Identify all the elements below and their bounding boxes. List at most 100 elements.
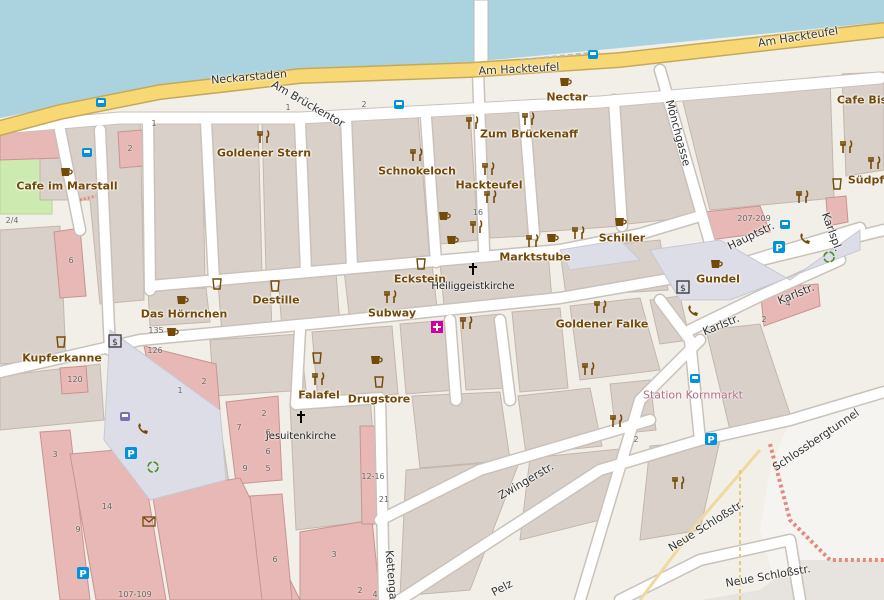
poi-destille[interactable]: Destille: [252, 295, 299, 306]
station-kornmarkt[interactable]: Station Kornmarkt: [643, 390, 743, 401]
cafe-icon[interactable]: [614, 214, 628, 228]
housenumber: 21: [378, 495, 390, 504]
restaurant-icon[interactable]: [484, 190, 498, 204]
cafe-icon[interactable]: [60, 164, 74, 178]
svg-text:$: $: [112, 338, 118, 348]
housenumber: 9: [75, 525, 81, 534]
cafe-icon[interactable]: [446, 232, 460, 246]
poi-hackteufel[interactable]: Hackteufel: [455, 180, 522, 191]
fastfood-icon[interactable]: [54, 334, 68, 348]
restaurant-icon[interactable]: [796, 190, 810, 204]
phone-icon[interactable]: [798, 232, 812, 246]
poi-kupferkanne[interactable]: Kupferkanne: [22, 353, 102, 364]
bus-stop-icon[interactable]: [94, 96, 108, 110]
fastfood-icon[interactable]: [372, 374, 386, 388]
cafe-icon[interactable]: [176, 292, 190, 306]
cafe-icon[interactable]: [710, 256, 724, 270]
cafe-icon[interactable]: [546, 230, 560, 244]
cafe-icon[interactable]: [559, 74, 573, 88]
poi-zum-brueckenaff[interactable]: Zum Brückenaff: [480, 129, 578, 140]
bus-stop-icon[interactable]: [118, 410, 132, 424]
poi-falafel[interactable]: Falafel: [298, 390, 340, 401]
housenumber: 2: [201, 377, 207, 386]
housenumber: 1: [177, 386, 183, 395]
restaurant-icon[interactable]: [672, 476, 686, 490]
svg-text:P: P: [127, 449, 134, 460]
bus-stop-icon[interactable]: [688, 372, 702, 386]
poi-cafe-im-marstall[interactable]: Cafe im Marstall: [16, 181, 117, 192]
restaurant-icon[interactable]: [610, 414, 624, 428]
pharmacy-icon[interactable]: [430, 320, 444, 334]
svg-text:P: P: [79, 569, 86, 580]
bridge: [473, 0, 489, 71]
housenumber: 6: [265, 428, 271, 437]
fastfood-icon[interactable]: [210, 276, 224, 290]
parking-icon[interactable]: P: [76, 566, 90, 580]
poi-goldener-falke[interactable]: Goldener Falke: [556, 319, 649, 330]
parking-icon[interactable]: P: [124, 446, 138, 460]
restaurant-icon[interactable]: [594, 300, 608, 314]
phone-icon[interactable]: [686, 304, 700, 318]
restaurant-icon[interactable]: [522, 112, 536, 126]
bus-stop-icon[interactable]: [392, 98, 406, 112]
place-jesuitenkirche[interactable]: Jesuitenkirche: [266, 432, 336, 442]
cafe-icon[interactable]: [166, 324, 180, 338]
parking-icon[interactable]: P: [772, 240, 786, 254]
housenumber: 135: [148, 326, 164, 335]
poi-subway[interactable]: Subway: [368, 308, 416, 319]
restaurant-icon[interactable]: [257, 130, 271, 144]
poi-goldener-stern[interactable]: Goldener Stern: [217, 148, 311, 159]
restaurant-icon[interactable]: [572, 226, 586, 240]
poi-suedpf[interactable]: Südpf: [848, 175, 884, 186]
poi-schnokeloch[interactable]: Schnokeloch: [378, 166, 456, 177]
restaurant-icon[interactable]: [384, 290, 398, 304]
restaurant-icon[interactable]: [868, 156, 882, 170]
cafe-icon[interactable]: [438, 208, 452, 222]
bus-stop-icon[interactable]: [80, 146, 94, 160]
housenumber: 4: [785, 299, 791, 308]
place-heiliggeistkirche[interactable]: Heiliggeistkirche: [431, 282, 514, 292]
parking-icon[interactable]: P: [704, 432, 718, 446]
housenumber: 2: [633, 435, 639, 444]
housenumber: 2: [357, 586, 363, 595]
restaurant-icon[interactable]: [526, 234, 540, 248]
fastfood-icon[interactable]: [414, 256, 428, 270]
housenumber: 6: [68, 256, 74, 265]
fastfood-icon[interactable]: [310, 350, 324, 364]
housenumber: 120: [67, 375, 83, 384]
housenumber: 14: [101, 502, 113, 511]
bus-stop-icon[interactable]: [778, 218, 792, 232]
church-icon[interactable]: [294, 410, 308, 424]
restaurant-icon[interactable]: [410, 148, 424, 162]
map-view[interactable]: $ $ P P P P Goldener Stern Cafe im Marst…: [0, 0, 884, 600]
phone-icon[interactable]: [136, 422, 150, 436]
restaurant-icon[interactable]: [312, 372, 326, 386]
poi-cafe-bis[interactable]: Cafe Bis: [837, 95, 884, 106]
restaurant-icon[interactable]: [460, 316, 474, 330]
housenumber: 207-209: [737, 214, 771, 223]
fastfood-icon[interactable]: [268, 278, 282, 292]
poi-nectar[interactable]: Nectar: [546, 92, 587, 103]
poi-drugstore[interactable]: Drugstore: [348, 394, 411, 405]
poi-das-hoernchen[interactable]: Das Hörnchen: [141, 309, 228, 320]
atm-icon[interactable]: $: [108, 334, 122, 348]
svg-text:P: P: [775, 243, 782, 254]
restaurant-icon[interactable]: [840, 140, 854, 154]
poi-schiller[interactable]: Schiller: [599, 233, 645, 244]
poi-gundel[interactable]: Gundel: [696, 274, 740, 285]
poi-marktstube[interactable]: Marktstube: [499, 252, 570, 263]
cafe-icon[interactable]: [370, 352, 384, 366]
restaurant-icon[interactable]: [482, 162, 496, 176]
housenumber: 3: [52, 450, 58, 459]
fastfood-icon[interactable]: [830, 176, 844, 190]
recycling-icon[interactable]: [146, 460, 160, 474]
restaurant-icon[interactable]: [466, 116, 480, 130]
restaurant-icon[interactable]: [470, 220, 484, 234]
atm-icon[interactable]: $: [676, 280, 690, 294]
church-icon[interactable]: [466, 262, 480, 276]
post-office-icon[interactable]: [142, 514, 156, 528]
bus-stop-icon[interactable]: [586, 48, 600, 62]
housenumber: 16: [472, 208, 484, 217]
restaurant-icon[interactable]: [582, 362, 596, 376]
housenumber: 1: [151, 119, 157, 128]
